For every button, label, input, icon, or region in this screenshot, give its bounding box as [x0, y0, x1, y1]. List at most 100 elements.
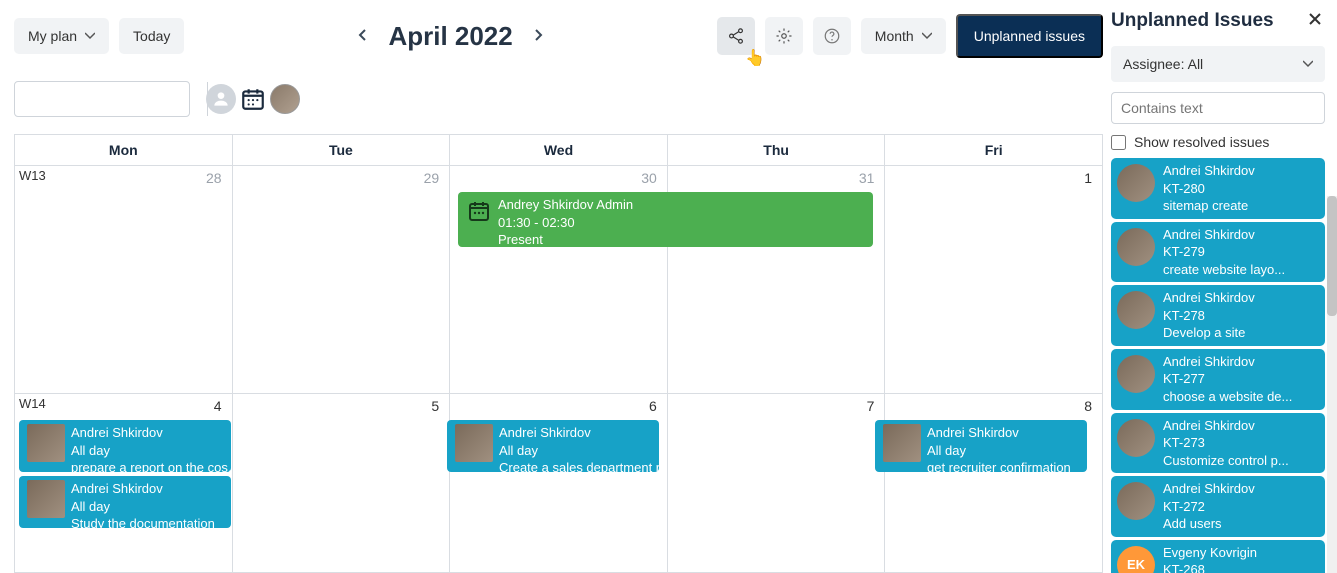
calendar-grid: MonTueWedThuFri W13 28 29 30 31 1 Andrey Shkir… — [14, 134, 1103, 573]
gear-icon — [775, 27, 793, 45]
unplanned-issues-label: Unplanned issues — [974, 28, 1085, 44]
day-number: 8 — [1084, 398, 1092, 414]
event-text: Andrei ShkirdovAll dayget recruiter conf… — [927, 424, 1071, 472]
view-select-label: Month — [875, 28, 914, 44]
today-label: Today — [133, 28, 170, 44]
assignee-avatar — [27, 480, 65, 518]
issue-text: Andrei ShkirdovKT-280sitemap create — [1163, 162, 1255, 215]
user-placeholder-avatar[interactable] — [206, 84, 236, 114]
calendar-event[interactable]: Andrei ShkirdovAll dayCreate a sales dep… — [447, 420, 659, 472]
assignee-avatar — [455, 424, 493, 462]
day-header: Thu — [668, 135, 886, 165]
issue-text: Andrei ShkirdovKT-273Customize control p… — [1163, 417, 1289, 470]
issue-avatar — [1117, 291, 1155, 329]
share-button[interactable] — [717, 17, 755, 55]
assignee-select[interactable]: Assignee: All — [1111, 46, 1325, 82]
close-icon — [1309, 13, 1321, 25]
issue-avatar — [1117, 164, 1155, 202]
prev-month-button[interactable] — [358, 28, 366, 44]
issue-avatar — [1117, 228, 1155, 266]
issue-card[interactable]: Andrei ShkirdovKT-277choose a website de… — [1111, 349, 1325, 410]
view-select[interactable]: Month — [861, 18, 946, 54]
event-text: Andrey Shkirdov Admin01:30 - 02:30Presen… — [498, 196, 633, 247]
close-panel-button[interactable] — [1305, 10, 1325, 32]
issue-avatar: EK — [1117, 546, 1155, 573]
assignee-avatar — [883, 424, 921, 462]
day-number: 1 — [1084, 170, 1092, 186]
show-resolved-label: Show resolved issues — [1134, 134, 1269, 150]
calendar-event[interactable]: Andrei ShkirdovAll dayget recruiter conf… — [875, 420, 1087, 472]
show-resolved-checkbox[interactable]: Show resolved issues — [1111, 132, 1325, 152]
issue-text: Andrei ShkirdovKT-278Develop a site — [1163, 289, 1255, 342]
issue-avatar — [1117, 419, 1155, 457]
assignee-label: Assignee: All — [1123, 56, 1203, 72]
unplanned-panel: Unplanned Issues Assignee: All Show reso… — [1103, 0, 1337, 573]
calendar-cell[interactable]: 1 — [885, 166, 1103, 393]
event-text: Andrei ShkirdovAll dayStudy the document… — [71, 480, 215, 528]
scrollbar-thumb[interactable] — [1327, 196, 1337, 316]
issue-avatar — [1117, 482, 1155, 520]
event-text: Andrei ShkirdovAll dayprepare a report o… — [71, 424, 231, 472]
day-header: Wed — [450, 135, 668, 165]
settings-button[interactable] — [765, 17, 803, 55]
issue-text: Andrei ShkirdovKT-279create website layo… — [1163, 226, 1285, 279]
search-box — [14, 81, 190, 117]
my-plan-button[interactable]: My plan — [14, 18, 109, 54]
calendar-cell[interactable]: 28 — [15, 166, 233, 393]
calendar-cell[interactable]: 5 — [233, 394, 451, 573]
day-number: 31 — [859, 170, 875, 186]
my-plan-label: My plan — [28, 28, 77, 44]
calendar-cell[interactable]: 29 — [233, 166, 451, 393]
chevron-down-icon — [85, 31, 95, 41]
issue-card[interactable]: Andrei ShkirdovKT-280sitemap create — [1111, 158, 1325, 219]
event-text: Andrei ShkirdovAll dayCreate a sales dep… — [499, 424, 659, 472]
chevron-down-icon — [1303, 59, 1313, 69]
user-icon — [211, 89, 231, 109]
issue-card[interactable]: Andrei ShkirdovKT-278Develop a site — [1111, 285, 1325, 346]
issue-card[interactable]: Andrei ShkirdovKT-279create website layo… — [1111, 222, 1325, 283]
day-number: 7 — [867, 398, 875, 414]
help-icon — [823, 27, 841, 45]
day-header: Fri — [885, 135, 1103, 165]
scrollbar[interactable] — [1327, 196, 1337, 573]
calendar-event[interactable]: Andrei ShkirdovAll dayStudy the document… — [19, 476, 231, 528]
day-number: 29 — [424, 170, 440, 186]
issue-text: Andrei ShkirdovKT-272Add users — [1163, 480, 1255, 533]
search-input[interactable] — [15, 86, 207, 113]
assignee-avatar — [27, 424, 65, 462]
user-avatar[interactable] — [270, 84, 300, 114]
day-number: 6 — [649, 398, 657, 414]
issue-text: Andrei ShkirdovKT-277choose a website de… — [1163, 353, 1292, 406]
calendar-cell[interactable]: 7 — [668, 394, 886, 573]
calendar-event[interactable]: Andrey Shkirdov Admin01:30 - 02:30Presen… — [458, 192, 873, 247]
issue-card[interactable]: EKEvgeny KovriginKT-268 — [1111, 540, 1325, 573]
calendar-event[interactable]: Andrei ShkirdovAll dayprepare a report o… — [19, 420, 231, 472]
chevron-down-icon — [922, 31, 932, 41]
calendar-row: W13 28 29 30 31 1 Andrey Shkirdov Admin01:30 -… — [15, 166, 1103, 394]
calendar-icon — [466, 198, 492, 224]
show-resolved-input[interactable] — [1111, 135, 1126, 150]
share-icon — [727, 27, 745, 45]
day-number: 4 — [214, 398, 222, 414]
day-header: Mon — [15, 135, 233, 165]
issue-avatar — [1117, 355, 1155, 393]
today-button[interactable]: Today — [119, 18, 184, 54]
day-number: 30 — [641, 170, 657, 186]
month-title: April 2022 — [388, 21, 512, 52]
issue-card[interactable]: Andrei ShkirdovKT-272Add users — [1111, 476, 1325, 537]
filter-input[interactable] — [1111, 92, 1325, 124]
next-month-button[interactable] — [535, 28, 543, 44]
day-number: 28 — [206, 170, 222, 186]
issue-card[interactable]: Andrei ShkirdovKT-273Customize control p… — [1111, 413, 1325, 474]
day-header: Tue — [233, 135, 451, 165]
user-filter-row — [206, 84, 300, 114]
calendar-icon[interactable] — [240, 86, 266, 112]
week-label: W13 — [19, 168, 46, 183]
week-label: W14 — [19, 396, 46, 411]
calendar-row: W14 45 6 7 8 Andrei ShkirdovAll dayprepare a … — [15, 394, 1103, 573]
chevron-right-icon — [535, 29, 543, 41]
unplanned-panel-title: Unplanned Issues — [1111, 10, 1274, 32]
help-button[interactable] — [813, 17, 851, 55]
unplanned-issues-button[interactable]: Unplanned issues — [956, 14, 1103, 58]
chevron-left-icon — [358, 29, 366, 41]
